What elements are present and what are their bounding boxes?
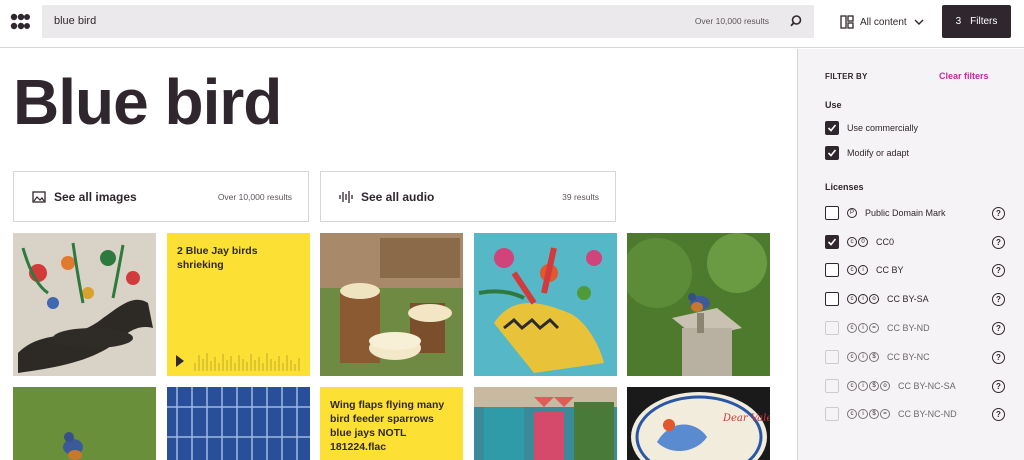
search-result-count: Over 10,000 results	[694, 16, 769, 26]
filter-by-heading: FILTER BY	[825, 72, 868, 81]
cc-by-nc-sa-license-icon: c i $ o	[847, 381, 890, 391]
checkbox-disabled	[825, 321, 839, 335]
see-all-audio-label: See all audio	[361, 189, 435, 204]
help-icon[interactable]: ?	[992, 206, 1005, 220]
chevron-down-icon	[914, 19, 924, 25]
valentine-text: Dear Valentine	[722, 413, 770, 424]
option-label: CC BY-SA	[887, 294, 929, 304]
help-icon[interactable]: ?	[992, 407, 1005, 421]
image-result-dear-valentine[interactable]: Dear Valentine	[627, 387, 770, 460]
image-icon	[32, 190, 46, 203]
checkbox-checked[interactable]	[825, 146, 839, 160]
see-all-images-card[interactable]: See all images Over 10,000 results	[13, 171, 309, 222]
option-label: CC BY-NC	[887, 352, 930, 362]
image-result-bluebird-green[interactable]	[13, 387, 156, 460]
see-all-images-label: See all images	[54, 189, 137, 204]
waveform-icon	[176, 353, 300, 371]
checkbox-disabled	[825, 350, 839, 364]
audio-title: Wing flaps flying many bird feeder sparr…	[330, 399, 445, 453]
top-bar: blue bird Over 10,000 results All conten…	[0, 0, 1024, 48]
play-icon	[176, 355, 184, 367]
audio-title: 2 Blue Jay birds shrieking	[177, 245, 258, 271]
checkbox-checked[interactable]	[825, 121, 839, 135]
cc0-license-icon: c0	[847, 237, 868, 247]
use-commercially-option[interactable]: Use commercially	[825, 120, 1005, 136]
help-icon[interactable]: ?	[992, 350, 1005, 364]
help-icon[interactable]: ?	[992, 263, 1005, 277]
checkmark-icon	[827, 149, 837, 157]
filter-sidebar: FILTER BY Clear filters Use Use commerci…	[797, 49, 1024, 460]
checkmark-icon	[827, 238, 837, 246]
license-option-cc-by-nc-sa[interactable]: c i $ o CC BY-NC-SA ?	[825, 378, 1005, 394]
content-type-dropdown[interactable]: All content	[840, 12, 925, 32]
license-option-cc-by[interactable]: ci CC BY ?	[825, 262, 1005, 278]
filters-button[interactable]: 3 Filters	[942, 5, 1011, 38]
license-option-cc-by-nd[interactable]: c i = CC BY-ND ?	[825, 320, 1005, 336]
use-heading: Use	[825, 100, 842, 110]
option-label: CC BY	[876, 265, 904, 275]
licenses-heading: Licenses	[825, 182, 864, 192]
option-label: Public Domain Mark	[865, 208, 946, 218]
license-option-cc-by-nc-nd[interactable]: c i $ = CC BY-NC-ND ?	[825, 406, 1005, 422]
checkbox-disabled	[825, 379, 839, 393]
cc-by-sa-license-icon: cio	[847, 294, 879, 304]
clear-filters-button[interactable]: Clear filters	[939, 71, 989, 81]
license-option-cc-by-nc[interactable]: c i $ CC BY-NC ?	[825, 349, 1005, 365]
page-title: Blue bird	[13, 66, 282, 138]
image-result-bluebird-birdhouse[interactable]	[627, 233, 770, 376]
checkbox-disabled	[825, 407, 839, 421]
help-icon[interactable]: ?	[992, 292, 1005, 306]
license-option-cc-by-sa[interactable]: cio CC BY-SA ?	[825, 291, 1005, 307]
search-icon[interactable]	[788, 13, 804, 29]
option-label: Modify or adapt	[847, 148, 910, 158]
audio-result-count: 39 results	[562, 191, 599, 202]
option-label: CC BY-NC-ND	[898, 409, 957, 419]
checkmark-icon	[827, 124, 837, 132]
option-label: CC0	[876, 237, 895, 247]
help-icon[interactable]: ?	[992, 379, 1005, 393]
cc-by-license-icon: ci	[847, 265, 868, 275]
option-label: Use commercially	[847, 123, 919, 133]
content-type-label: All content	[860, 16, 907, 28]
modify-or-adapt-option[interactable]: Modify or adapt	[825, 145, 1005, 161]
checkbox[interactable]	[825, 206, 839, 220]
filters-label: Filters	[970, 16, 998, 27]
pdm-license-icon: P	[847, 208, 857, 218]
audio-result-blue-jay[interactable]: 2 Blue Jay birds shrieking	[167, 233, 310, 376]
option-label: CC BY-ND	[887, 323, 930, 333]
help-icon[interactable]: ?	[992, 321, 1005, 335]
checkbox[interactable]	[825, 292, 839, 306]
license-option-pdm[interactable]: P Public Domain Mark ?	[825, 205, 1005, 221]
search-bar[interactable]: blue bird Over 10,000 results	[42, 5, 814, 38]
see-all-audio-card[interactable]: See all audio 39 results	[320, 171, 616, 222]
image-result-colorful-street[interactable]	[474, 387, 617, 460]
checkbox-checked[interactable]	[825, 235, 839, 249]
audio-result-wing-flaps[interactable]: Wing flaps flying many bird feeder sparr…	[320, 387, 463, 460]
checkbox[interactable]	[825, 263, 839, 277]
cc-by-nd-license-icon: c i =	[847, 323, 879, 333]
license-option-cc0[interactable]: c0 CC0 ?	[825, 234, 1005, 250]
image-result-folk-art-horse[interactable]	[13, 233, 156, 376]
image-result-blue-fence[interactable]	[167, 387, 310, 460]
filters-count: 3	[955, 16, 962, 27]
search-input[interactable]: blue bird	[54, 15, 96, 27]
images-result-count: Over 10,000 results	[217, 191, 292, 202]
content-type-icon	[840, 15, 854, 29]
cc-by-nc-nd-license-icon: c i $ =	[847, 409, 890, 419]
cc-by-nc-license-icon: c i $	[847, 352, 879, 362]
image-result-colorful-mural[interactable]	[474, 233, 617, 376]
audio-wave-icon	[339, 190, 353, 203]
openverse-logo-icon[interactable]	[10, 12, 30, 32]
help-icon[interactable]: ?	[992, 235, 1005, 249]
image-result-cakes-outdoor[interactable]	[320, 233, 463, 376]
option-label: CC BY-NC-SA	[898, 381, 956, 391]
